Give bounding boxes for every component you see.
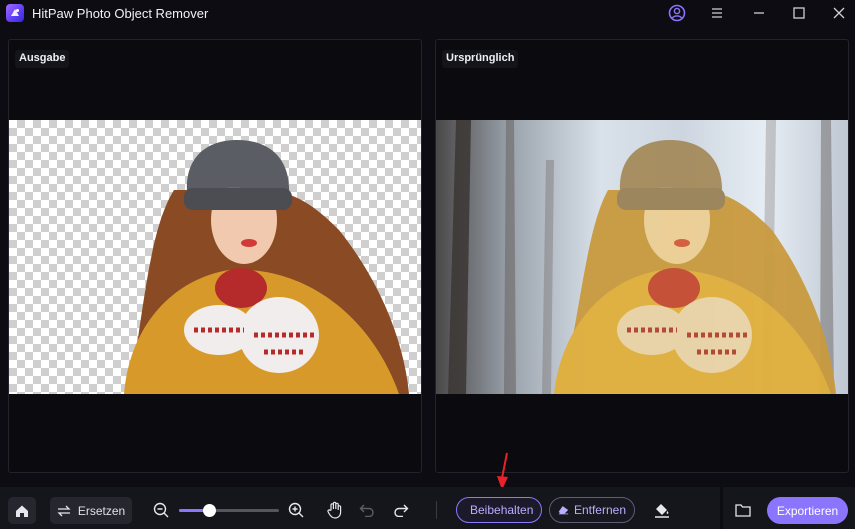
toolbar-separator bbox=[720, 487, 723, 529]
zoom-slider[interactable] bbox=[179, 504, 279, 517]
export-button[interactable]: Exportieren bbox=[767, 497, 848, 524]
zoom-out-button[interactable] bbox=[152, 501, 170, 519]
open-folder-button[interactable] bbox=[733, 500, 753, 520]
remove-eraser-label: Entfernen bbox=[573, 503, 626, 517]
eraser-icon bbox=[558, 506, 569, 515]
zoom-in-icon bbox=[288, 502, 304, 518]
zoom-out-icon bbox=[153, 502, 169, 518]
home-button[interactable] bbox=[8, 497, 36, 524]
original-panel-label: Ursprünglich bbox=[442, 50, 519, 68]
original-photo bbox=[448, 120, 836, 394]
app-logo-icon bbox=[6, 4, 24, 22]
app-title: HitPaw Photo Object Remover bbox=[32, 6, 209, 21]
keep-brush-label: Beibehalten bbox=[470, 503, 534, 517]
hand-icon bbox=[327, 501, 342, 519]
original-image[interactable] bbox=[436, 120, 848, 394]
pan-hand-button[interactable] bbox=[325, 500, 345, 520]
annotation-arrow-icon bbox=[497, 452, 508, 490]
remove-eraser-button[interactable]: Entfernen bbox=[549, 497, 635, 523]
replace-button[interactable]: Ersetzen bbox=[50, 497, 132, 524]
redo-icon bbox=[394, 504, 409, 517]
undo-icon bbox=[359, 504, 374, 517]
menu-icon[interactable] bbox=[706, 2, 728, 24]
close-icon[interactable] bbox=[828, 2, 850, 24]
export-button-label: Exportieren bbox=[776, 503, 839, 518]
swap-icon bbox=[57, 505, 71, 516]
replace-button-label: Ersetzen bbox=[77, 503, 126, 518]
toolbar-divider bbox=[436, 501, 437, 519]
fill-bucket-button[interactable] bbox=[652, 500, 672, 520]
home-icon bbox=[16, 505, 28, 517]
paint-bucket-icon bbox=[655, 504, 669, 518]
account-icon[interactable] bbox=[666, 2, 688, 24]
folder-icon bbox=[735, 504, 751, 517]
zoom-in-button[interactable] bbox=[287, 501, 305, 519]
original-panel: Ursprünglich bbox=[435, 39, 849, 473]
zoom-slider-thumb[interactable] bbox=[203, 504, 216, 517]
keep-brush-button[interactable]: Beibehalten bbox=[456, 497, 542, 523]
maximize-icon[interactable] bbox=[788, 2, 810, 24]
bottom-toolbar: Ersetzen Beibehalten Entfernen Exportier… bbox=[0, 487, 855, 529]
output-subject-cutout bbox=[124, 140, 409, 394]
output-panel: Ausgabe bbox=[8, 39, 422, 473]
output-panel-label: Ausgabe bbox=[15, 50, 70, 68]
undo-button[interactable] bbox=[358, 501, 376, 519]
redo-button[interactable] bbox=[392, 501, 410, 519]
minimize-icon[interactable] bbox=[748, 2, 770, 24]
title-bar: HitPaw Photo Object Remover bbox=[0, 0, 855, 26]
output-image[interactable] bbox=[9, 120, 421, 394]
